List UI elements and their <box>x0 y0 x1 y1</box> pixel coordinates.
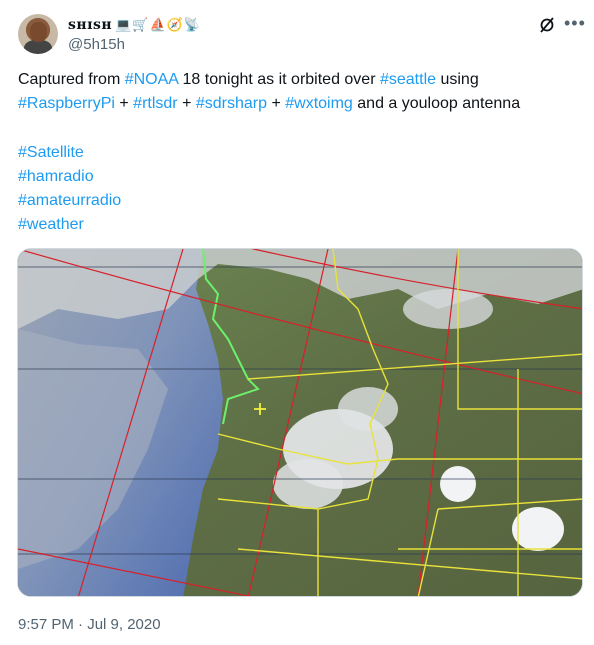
user-avatar[interactable] <box>18 14 58 54</box>
avatar-body <box>24 40 52 54</box>
tweet-text: Captured from #NOAA 18 tonight as it orb… <box>18 68 578 116</box>
tweet-timestamp[interactable]: 9:57 PM · Jul 9, 2020 <box>18 616 161 633</box>
text-segment: using <box>436 71 479 88</box>
cloud-cluster <box>440 466 476 502</box>
text-segment: Captured from <box>18 71 125 88</box>
hashtag-list: #Satellite #hamradio #amateurradio #weat… <box>18 141 121 237</box>
text-segment: 18 tonight as it orbited over <box>178 71 380 88</box>
name-emojis: 💻🛒⛵🧭📡 <box>115 17 202 32</box>
cloud-cluster <box>338 387 398 431</box>
tweet-line-1: Captured from #NOAA 18 tonight as it orb… <box>18 68 578 92</box>
text-segment: + <box>267 95 286 112</box>
hashtag-hamradio[interactable]: #hamradio <box>18 165 121 189</box>
cloud-cluster <box>512 507 564 551</box>
cloud-cluster <box>403 289 493 329</box>
hashtag-seattle[interactable]: #seattle <box>380 71 436 88</box>
user-handle[interactable]: @5h15h <box>68 36 125 53</box>
text-segment: + <box>177 95 196 112</box>
more-options-icon[interactable]: ••• <box>564 14 586 32</box>
hashtag-sdrsharp[interactable]: #sdrsharp <box>196 95 267 112</box>
satellite-image-drawing <box>18 249 582 596</box>
cloud-cluster <box>273 459 343 509</box>
text-segment: + <box>114 95 134 112</box>
tweet-line-2: #RaspberryPi + #rtlsdr + #sdrsharp + #wx… <box>18 92 578 116</box>
hashtag-satellite[interactable]: #Satellite <box>18 141 121 165</box>
satellite-image[interactable] <box>17 248 583 597</box>
hashtag-wxtoimg[interactable]: #wxtoimg <box>285 95 353 112</box>
hashtag-rtlsdr[interactable]: #rtlsdr <box>133 95 177 112</box>
grok-icon[interactable] <box>538 16 556 34</box>
hashtag-amateurradio[interactable]: #amateurradio <box>18 189 121 213</box>
display-name[interactable]: ꜱʜɪꜱʜ <box>68 17 112 33</box>
avatar-head <box>30 22 47 42</box>
hashtag-weather[interactable]: #weather <box>18 213 121 237</box>
text-segment: and a youloop antenna <box>352 95 521 112</box>
hashtag-noaa[interactable]: #NOAA <box>125 71 178 88</box>
hashtag-raspberrypi[interactable]: #RaspberryPi <box>18 95 115 112</box>
name-row: ꜱʜɪꜱʜ 💻🛒⛵🧭📡 <box>68 15 201 35</box>
